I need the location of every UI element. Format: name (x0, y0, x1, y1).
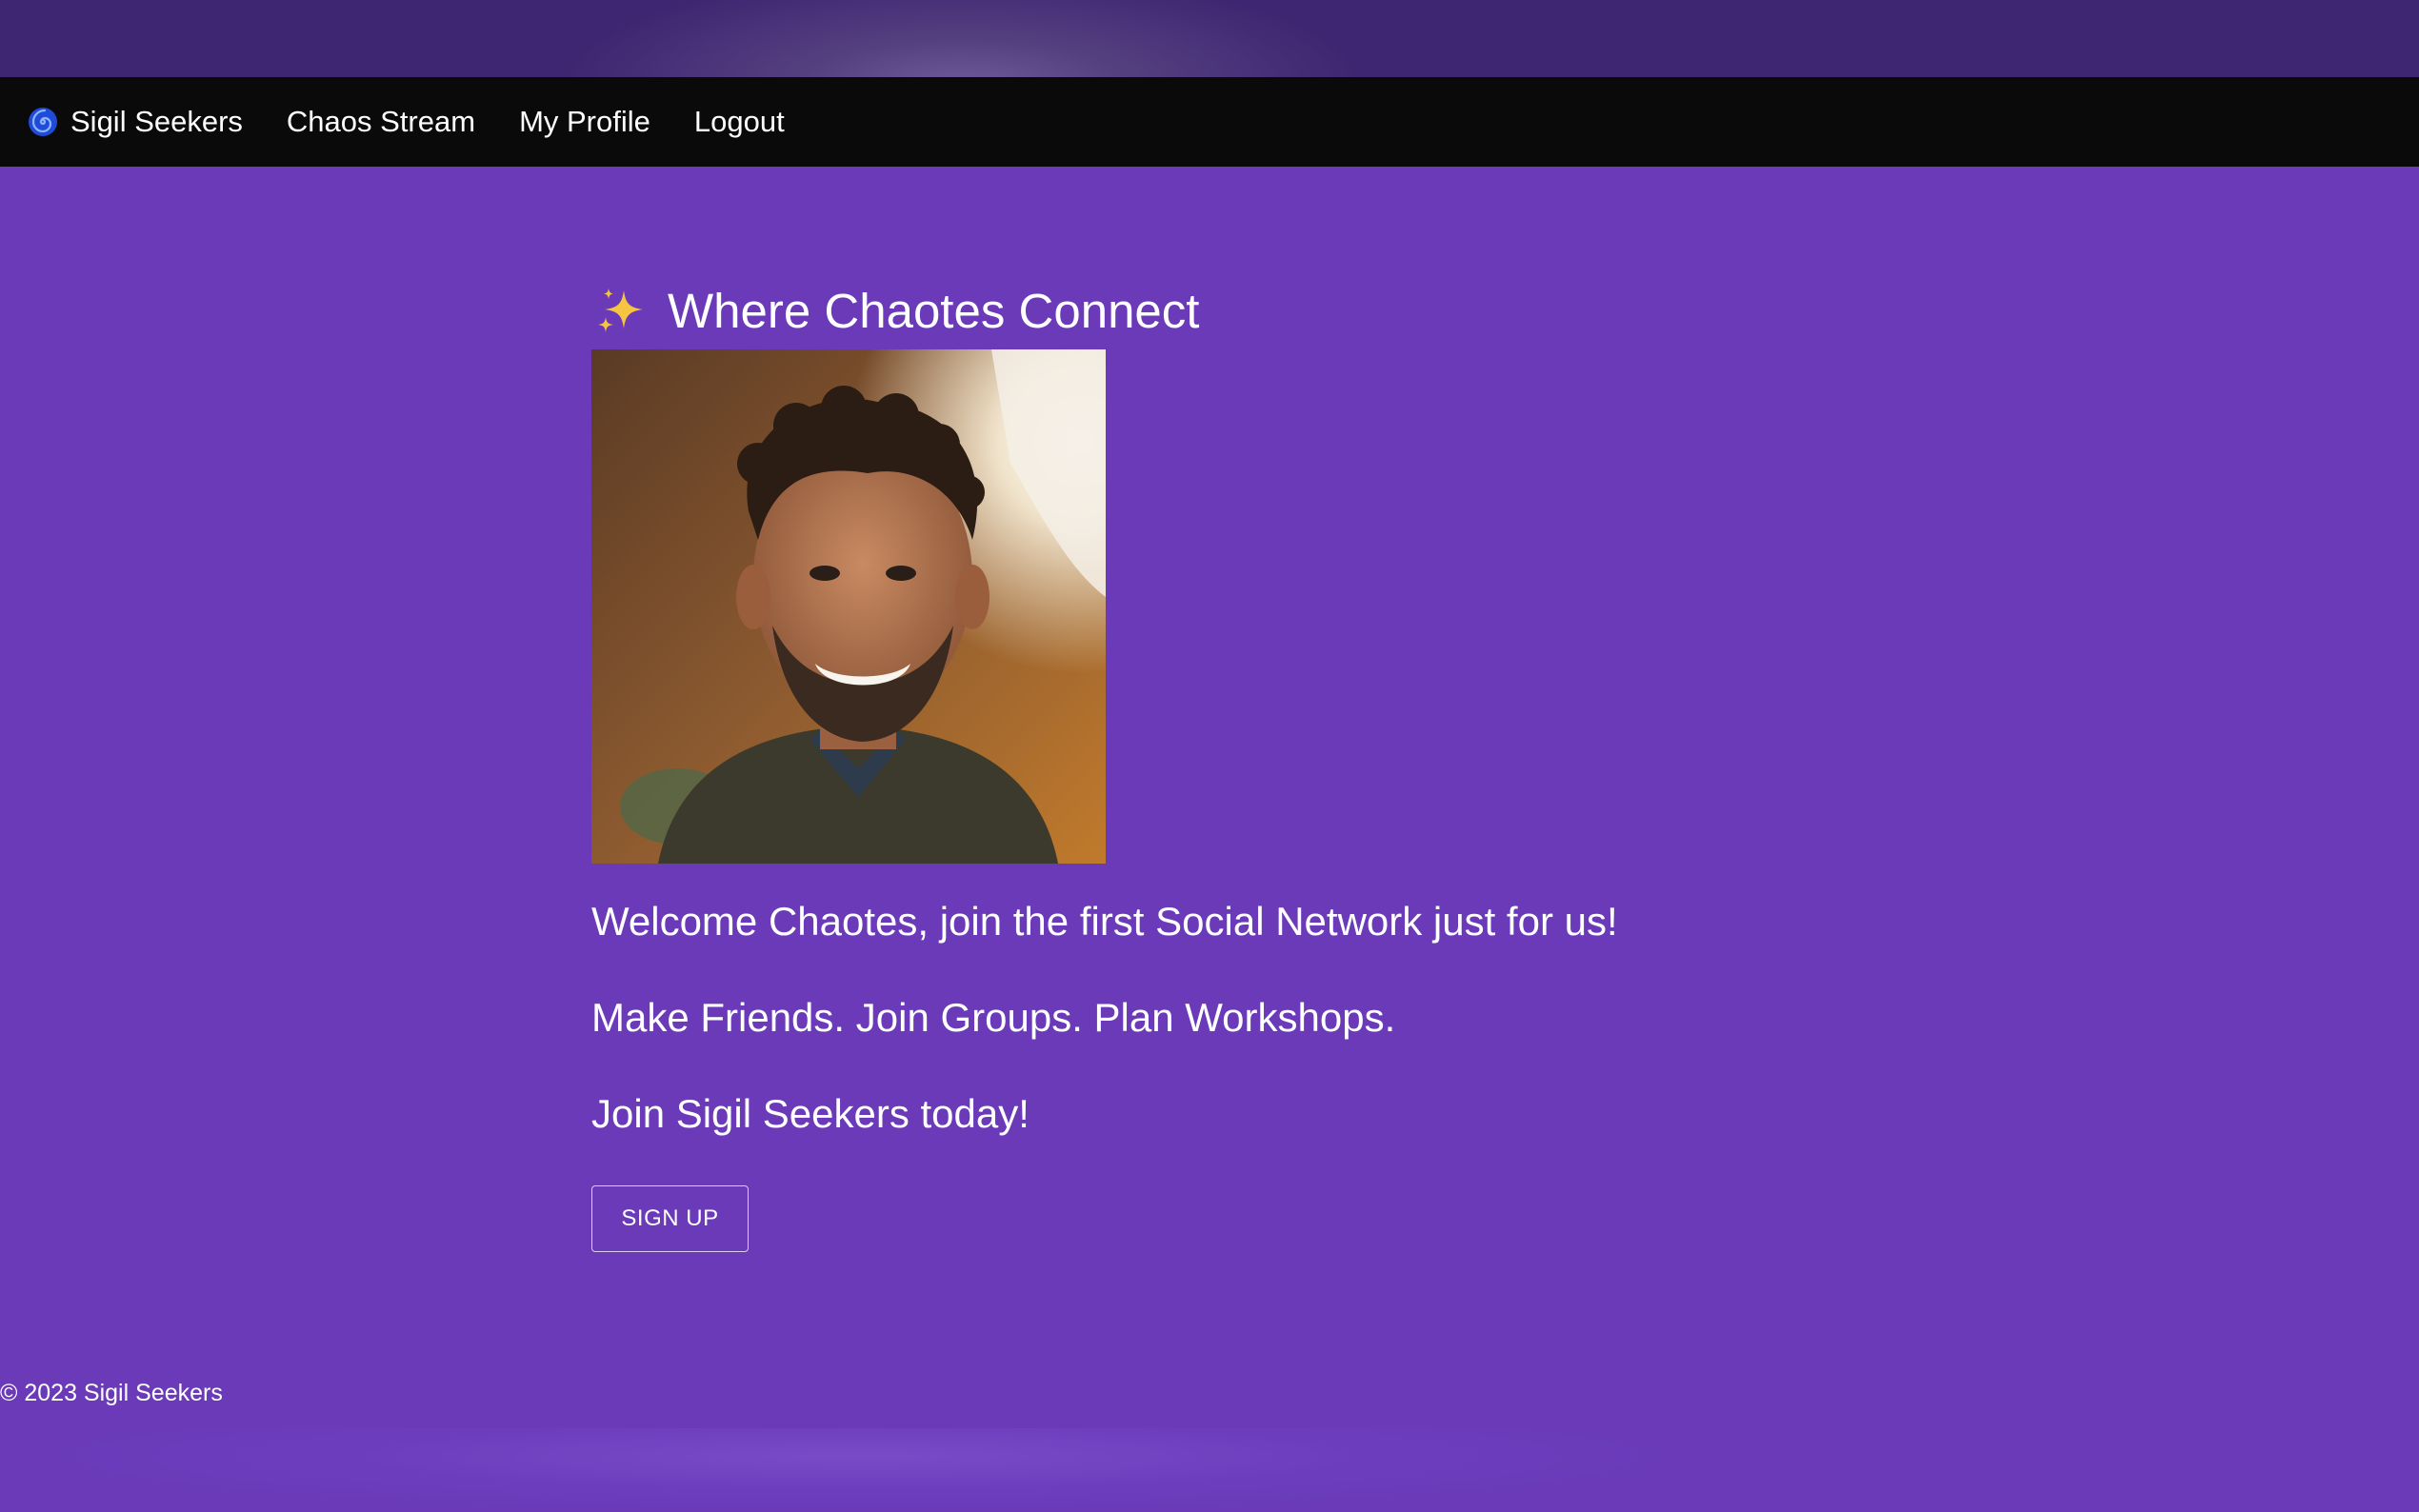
sparkles-icon (595, 285, 649, 338)
nav-link-my-profile[interactable]: My Profile (519, 105, 650, 139)
page-title: Where Chaotes Connect (591, 282, 1829, 341)
nav-link-logout[interactable]: Logout (694, 105, 785, 139)
navbar: Sigil Seekers Chaos Stream My Profile Lo… (0, 77, 2419, 167)
profile-photo (591, 349, 1106, 864)
nav-brand-link[interactable]: Sigil Seekers (27, 105, 243, 139)
headline-text: Where Chaotes Connect (668, 284, 1200, 338)
nav-link-chaos-stream[interactable]: Chaos Stream (287, 105, 475, 139)
welcome-text: Welcome Chaotes, join the first Social N… (591, 899, 1618, 944)
sign-up-button[interactable]: SIGN UP (591, 1185, 749, 1252)
footer-copyright: © 2023 Sigil Seekers (0, 1380, 223, 1406)
nav-brand-label: Sigil Seekers (70, 105, 243, 138)
features-text: Make Friends. Join Groups. Plan Workshop… (591, 995, 1396, 1040)
spiral-icon (27, 106, 59, 138)
main-content: Where Chaotes Connect Welcome Chaotes, j… (591, 282, 1829, 1252)
bottom-gradient-band (0, 1428, 2419, 1512)
top-gradient-strip (0, 0, 2419, 77)
call-to-action-text: Join Sigil Seekers today! (591, 1091, 1030, 1136)
